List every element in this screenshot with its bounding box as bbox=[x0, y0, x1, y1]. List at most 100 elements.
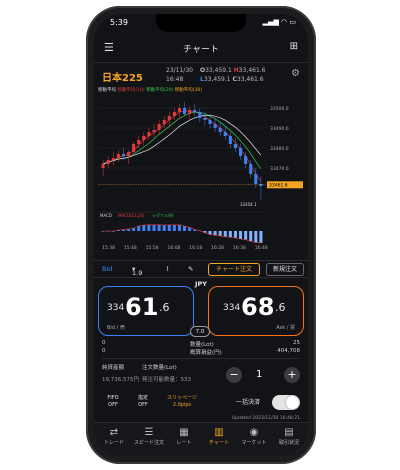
candle-body bbox=[249, 164, 253, 174]
candle-body bbox=[137, 140, 141, 144]
candle-body bbox=[162, 120, 166, 124]
candle-body bbox=[132, 144, 136, 152]
new-order-button[interactable]: 新規注文 bbox=[266, 263, 304, 276]
order-quantity-section: 純資産額 19,736,575円 注文数量(Lot) 発注可能数量：533 − … bbox=[102, 358, 300, 388]
h-value: 33,461.6 bbox=[238, 67, 266, 74]
nav-bar: ☰ チャート ⊞ bbox=[94, 38, 308, 58]
bid-selector[interactable]: Bid bbox=[102, 265, 112, 273]
tab-trade[interactable]: ⇄ トレード bbox=[97, 427, 131, 446]
macd-histogram-bar bbox=[228, 231, 232, 238]
available-qty: 発注可能数量：533 bbox=[142, 377, 191, 383]
candle-body bbox=[203, 118, 207, 120]
phone-frame: 5:39 ▂▄▆ ◠ ▭ ☰ チャート ⊞ 日本225 23/11/30 16:… bbox=[86, 6, 316, 464]
macd-histogram-bar bbox=[254, 231, 258, 243]
macd-histogram-bar bbox=[239, 231, 243, 239]
bar-time: 16:48 bbox=[166, 76, 184, 83]
limit-option[interactable]: 指定 OFF bbox=[132, 392, 154, 412]
price-chart[interactable]: 33500.0 33490.0 33480.0 33470.0 33461.6 33454… bbox=[98, 92, 304, 250]
ohlc-readout: O33,459.1 H33,461.6 L33,459.1 C33,461.6 bbox=[200, 66, 266, 84]
lot-label: 1.9 bbox=[132, 269, 143, 277]
slippage-option[interactable]: スリッページ 2.0pips bbox=[162, 392, 202, 412]
quantity-value[interactable]: 1 bbox=[256, 369, 262, 380]
macd-histogram-bar bbox=[223, 231, 227, 237]
status-bar: 5:39 ▂▄▆ ◠ ▭ bbox=[110, 18, 296, 30]
plus-button[interactable]: + bbox=[284, 367, 300, 383]
macd-histogram-bar bbox=[249, 231, 253, 242]
status-icon: ▤ bbox=[284, 427, 294, 438]
chart-order-button[interactable]: チャート注文 bbox=[208, 263, 260, 276]
instrument-name[interactable]: 日本225 bbox=[102, 69, 143, 84]
macd-histogram-bar bbox=[162, 224, 166, 231]
tab-label: マーケット bbox=[241, 440, 267, 446]
bid-price-decimal: .6 bbox=[159, 301, 170, 314]
tab-market[interactable]: ◉ マーケット bbox=[237, 427, 271, 446]
trade-icon: ⇄ bbox=[109, 427, 119, 438]
candle-body bbox=[198, 112, 202, 118]
candle-body bbox=[193, 110, 197, 112]
minus-button[interactable]: − bbox=[226, 367, 242, 383]
lot-selector[interactable]: 1.9 ▾ bbox=[132, 265, 142, 277]
candle-body bbox=[177, 108, 181, 112]
ask-price-button[interactable]: 334 68 .6 Ask / 買 bbox=[208, 286, 304, 336]
x-tick-label: 16:18 bbox=[189, 245, 202, 250]
macd-histogram-bar bbox=[157, 224, 161, 231]
draw-icon[interactable]: ✎ bbox=[188, 265, 193, 273]
l-value: 33,459.1 bbox=[203, 76, 231, 83]
y-tick-label: 33470.0 bbox=[270, 166, 289, 172]
y-tick-label: 33500.0 bbox=[270, 106, 289, 112]
screen: 5:39 ▂▄▆ ◠ ▭ ☰ チャート ⊞ 日本225 23/11/30 16:… bbox=[94, 14, 308, 456]
bid-price-main: 61 bbox=[125, 293, 159, 321]
o-value: 33,459.1 bbox=[205, 67, 232, 74]
candle-body bbox=[188, 110, 192, 114]
fifo-option[interactable]: FIFO OFF bbox=[102, 392, 124, 412]
macd-histogram-bar bbox=[172, 224, 176, 231]
x-tick-label: 16:38 bbox=[233, 245, 246, 250]
grid-icon[interactable]: ⊞ bbox=[290, 41, 298, 52]
x-tick-label: 16:08 bbox=[167, 245, 180, 250]
gear-icon[interactable]: ⚙ bbox=[291, 68, 300, 79]
tab-label: トレード bbox=[103, 440, 124, 446]
macd-histogram-bar bbox=[233, 231, 237, 238]
bid-prefix: 334 bbox=[107, 303, 125, 313]
slippage-value: 2.0pips bbox=[172, 402, 192, 408]
ask-prefix: 334 bbox=[223, 303, 241, 313]
tab-status[interactable]: ▤ 取引状況 bbox=[272, 427, 306, 446]
candle-body bbox=[228, 136, 232, 144]
x-tick-label: 16:48 bbox=[255, 245, 268, 250]
tab-label: スピード注文 bbox=[133, 440, 164, 446]
bid-price-button[interactable]: 334 61 .6 Bid / 売 bbox=[98, 286, 194, 336]
x-tick-label: 15:58 bbox=[146, 245, 159, 250]
chart-icon: ▥ bbox=[214, 427, 224, 438]
candle-body bbox=[183, 108, 187, 114]
tab-chart[interactable]: ▥ チャート bbox=[202, 427, 236, 446]
indicator-icon[interactable]: ⌇ bbox=[166, 265, 169, 273]
rate-icon: ▦ bbox=[179, 427, 189, 438]
tab-rate[interactable]: ▦ レート bbox=[167, 427, 201, 446]
macd-histogram-bar bbox=[147, 224, 151, 231]
spread-badge: 7.0 bbox=[190, 326, 210, 337]
row-mid: 概算損益(円) bbox=[190, 350, 222, 356]
tab-speed-order[interactable]: ☰ スピード注文 bbox=[132, 427, 166, 446]
candle-body bbox=[254, 174, 258, 184]
x-tick-label: 15:48 bbox=[124, 245, 137, 250]
row-mid: 数量(Lot) bbox=[190, 342, 214, 348]
candle-body bbox=[147, 132, 151, 136]
y-tick-label: 33490.0 bbox=[270, 126, 289, 132]
market-icon: ◉ bbox=[249, 427, 259, 438]
slippage-label: スリッページ bbox=[167, 395, 197, 401]
candle-body bbox=[213, 124, 217, 128]
macd-histogram-bar bbox=[183, 226, 187, 231]
settle-all-toggle[interactable] bbox=[272, 395, 300, 410]
quantity-stepper: − 1 + bbox=[226, 365, 300, 385]
toggle-knob bbox=[286, 396, 299, 409]
macd-label: MACD bbox=[100, 213, 112, 218]
ask-price-decimal: .6 bbox=[275, 301, 286, 314]
margin-value: 19,736,575円 bbox=[102, 377, 139, 383]
bid-label: Bid / 売 bbox=[107, 325, 125, 331]
macd-histogram-bar bbox=[218, 231, 222, 236]
summary-row-lots: 0 数量(Lot) 25 bbox=[102, 340, 300, 348]
row-left: 0 bbox=[102, 348, 106, 354]
macd-histogram-bar bbox=[142, 225, 146, 231]
fifo-label: FIFO bbox=[107, 395, 119, 401]
tab-label: 取引状況 bbox=[278, 440, 299, 446]
